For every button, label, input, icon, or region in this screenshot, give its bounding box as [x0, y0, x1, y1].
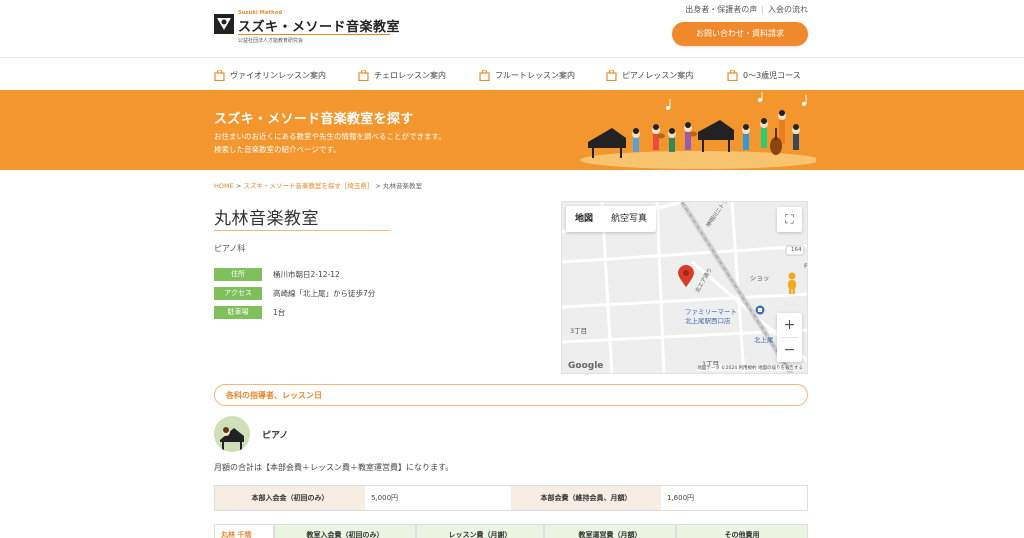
fee-header: 本部会費（維持会員、月額）	[511, 486, 661, 510]
fee-table: 本部入会金（初回のみ） 5,000円 本部会費（維持会員、月額） 1,600円	[214, 485, 808, 511]
info-value: 高崎線「北上尾」から徒歩7分	[273, 289, 376, 298]
page-title: 丸林音楽教室	[214, 209, 319, 229]
suzuki-logo-icon	[214, 14, 234, 34]
fee-value: 5,000円	[371, 494, 399, 502]
map-label-p: P	[804, 262, 808, 270]
breadcrumb-search[interactable]: スズキ・メソード音楽教室を探す［埼玉県］	[243, 182, 373, 190]
fee-note: 月額の合計は【本部会費＋レッスン費＋教室運営費】になります。	[214, 463, 454, 472]
section-title: 各科の指導者、レッスン日	[226, 391, 322, 400]
info-label: アクセス	[214, 287, 262, 300]
location-pin-icon[interactable]	[678, 265, 694, 287]
map-label-station-2: 北上尾駅西口店	[685, 317, 731, 325]
breadcrumb: HOME > スズキ・メソード音楽教室を探す［埼玉県］ > 丸林音楽教室	[214, 180, 422, 190]
table-header: 教室入会費（初回のみ）	[274, 524, 416, 538]
search-banner: スズキ・メソード音楽教室を探す お住まいのお近くにある教室や先生の情報を調べるこ…	[0, 90, 1024, 170]
info-value: 桶川市朝日2-12-12	[273, 270, 340, 279]
breadcrumb-sep: >	[235, 182, 242, 190]
bag-icon	[358, 69, 369, 81]
top-links: 出身者・保護者の声 | 入会の流れ	[685, 4, 808, 15]
site-header: Suzuki Method スズキ・メソード音楽教室 公益社団法人才能教育研究会…	[0, 0, 1024, 58]
map-footer[interactable]: 地図データ ©2024 利用規約 地図の誤りを報告する	[697, 365, 803, 371]
nav-item-piano[interactable]: ピアノレッスン案内	[606, 67, 693, 83]
info-value: 1台	[273, 308, 286, 317]
contact-request-button[interactable]: お問い合わせ・資料請求	[672, 22, 808, 46]
section-heading: 各科の指導者、レッスン日	[214, 384, 808, 406]
top-link-separator: |	[761, 5, 764, 14]
nav-label: ピアノレッスン案内	[622, 70, 694, 80]
title-underline	[214, 230, 390, 231]
bag-icon	[479, 69, 490, 81]
info-row-address: 住所 桶川市朝日2-12-12	[214, 268, 340, 281]
zoom-out-button[interactable]: −	[777, 338, 802, 362]
info-row-access: アクセス 高崎線「北上尾」から徒歩7分	[214, 287, 375, 300]
breadcrumb-sep: >	[375, 182, 381, 190]
map-type-tabs: 地図 航空写真	[566, 206, 657, 232]
logo-underline	[238, 34, 390, 35]
map-label-kitaageo: 北上尾	[754, 336, 774, 344]
google-logo: Google	[568, 361, 604, 371]
map-road-number: 164	[791, 247, 802, 253]
piano-avatar	[214, 416, 250, 452]
nav-label: フルートレッスン案内	[495, 70, 575, 80]
piano-icon	[214, 416, 250, 452]
tab-map[interactable]: 地図	[566, 206, 602, 232]
musicians-illustration	[580, 92, 816, 169]
info-row-parking: 駐車場 1台	[214, 306, 285, 319]
info-label: 駐車場	[214, 306, 262, 319]
nav-item-violin[interactable]: ヴァイオリンレッスン案内	[214, 67, 326, 83]
top-link-voices[interactable]: 出身者・保護者の声	[685, 5, 757, 14]
top-link-flow[interactable]: 入会の流れ	[768, 5, 808, 14]
bag-icon	[727, 69, 738, 81]
instructor-fee-table: 丸林 千晴 教室入会費（初回のみ） レッスン費（月謝） 教室運営費（月額） その…	[214, 524, 808, 538]
nav-label: チェロレッスン案内	[374, 70, 446, 80]
fee-header: 本部入会金（初回のみ）	[215, 486, 365, 510]
map-label-shop: ショッ	[750, 274, 770, 282]
street-view-pegman-icon[interactable]	[785, 272, 799, 294]
banner-title: スズキ・メソード音楽教室を探す	[214, 112, 414, 127]
main-nav: ヴァイオリンレッスン案内 チェロレッスン案内 フルートレッスン案内 ピアノレッス…	[0, 58, 1024, 90]
nav-item-flute[interactable]: フルートレッスン案内	[479, 67, 575, 83]
instructor-name: 丸林 千晴	[214, 524, 274, 538]
nav-label: 0〜3歳児コース	[743, 70, 801, 80]
table-header: その他費用	[676, 524, 808, 538]
fee-value: 1,600円	[667, 494, 695, 502]
subject-label: ピアノ科	[214, 244, 246, 253]
logo-title: スズキ・メソード音楽教室	[238, 20, 401, 35]
nav-item-cello[interactable]: チェロレッスン案内	[358, 67, 446, 83]
nav-label: ヴァイオリンレッスン案内	[230, 70, 326, 80]
tab-satellite[interactable]: 航空写真	[602, 206, 656, 232]
table-header: レッスン費（月謝）	[416, 524, 544, 538]
map-label-area-3: 3丁目	[570, 327, 588, 335]
banner-text-line-1: お住まいのお近くにある教室や先生の情報を調べることができます。	[214, 132, 446, 141]
breadcrumb-current: 丸林音楽教室	[382, 182, 422, 190]
nav-item-infant[interactable]: 0〜3歳児コース	[727, 67, 801, 83]
banner-text-line-2: 検索した音楽教室の紹介ページです。	[214, 145, 341, 154]
site-logo[interactable]: Suzuki Method スズキ・メソード音楽教室 公益社団法人才能教育研究会	[214, 10, 400, 44]
table-header: 教室運営費（月額）	[544, 524, 676, 538]
bag-icon	[214, 69, 225, 81]
bag-icon	[606, 69, 617, 81]
google-map[interactable]: 164 神明川ニトラスキ通り 北エア通り ショッ P ファミリーマート 北上尾駅…	[561, 201, 808, 374]
info-label: 住所	[214, 268, 262, 281]
fullscreen-icon[interactable]: ⛶	[777, 207, 802, 232]
logo-subtitle: 公益社団法人才能教育研究会	[238, 38, 304, 44]
zoom-control: + −	[777, 313, 802, 362]
instrument-name: ピアノ	[262, 431, 289, 441]
shop-pin-icon	[755, 305, 765, 315]
breadcrumb-home[interactable]: HOME	[214, 182, 234, 190]
zoom-in-button[interactable]: +	[777, 313, 802, 337]
